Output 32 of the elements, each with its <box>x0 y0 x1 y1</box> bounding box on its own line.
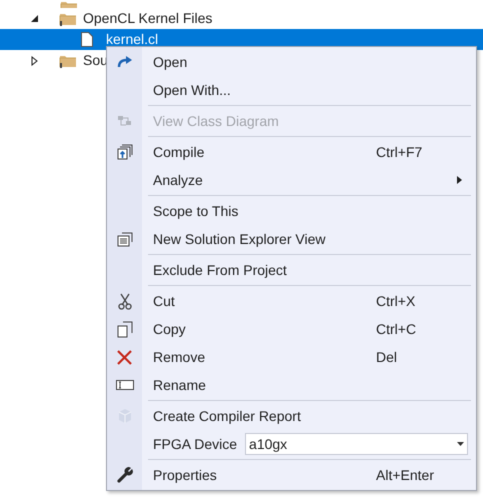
menu-item[interactable]: Scope to This <box>107 197 476 225</box>
menu-item[interactable]: Open <box>107 48 476 76</box>
expanded-arrow-icon[interactable] <box>31 14 41 22</box>
copy-icon <box>116 320 132 338</box>
compile-icon <box>116 144 132 160</box>
menu-item[interactable]: Remove Del <box>107 343 476 371</box>
menu-item[interactable]: Rename <box>107 371 476 399</box>
scissors-icon <box>118 292 132 310</box>
menu-item[interactable]: Cut Ctrl+X <box>107 287 476 315</box>
file-icon <box>80 31 94 48</box>
menu-item[interactable]: New Solution Explorer View <box>107 225 476 253</box>
window-list-icon <box>116 232 132 246</box>
menu-item[interactable]: Copy Ctrl+C <box>107 315 476 343</box>
class-diagram-icon <box>116 114 132 128</box>
menu-item[interactable]: Exclude From Project <box>107 256 476 284</box>
dropdown-caret-icon <box>457 442 464 446</box>
wrench-icon <box>116 467 132 483</box>
folder-icon <box>59 12 77 26</box>
menu-item[interactable]: Open With... <box>107 76 476 104</box>
redo-arrow-icon <box>116 56 132 68</box>
combo-label: FPGA Device <box>153 434 238 454</box>
menu-item[interactable]: Compile Ctrl+F7 <box>107 138 476 166</box>
rename-icon <box>116 379 134 391</box>
menu-item[interactable]: Create Compiler Report <box>107 402 476 430</box>
close-icon <box>117 350 132 364</box>
cube-icon <box>118 408 132 424</box>
folder-icon <box>59 54 77 68</box>
tree-item-label[interactable]: OpenCL Kernel Files <box>83 8 212 29</box>
device-dropdown[interactable]: a10gx <box>245 433 468 455</box>
menu-item[interactable]: Analyze <box>107 166 476 194</box>
tree-item-label[interactable]: kernel.cl <box>106 29 158 50</box>
menu-item[interactable]: Properties Alt+Enter <box>107 461 476 489</box>
